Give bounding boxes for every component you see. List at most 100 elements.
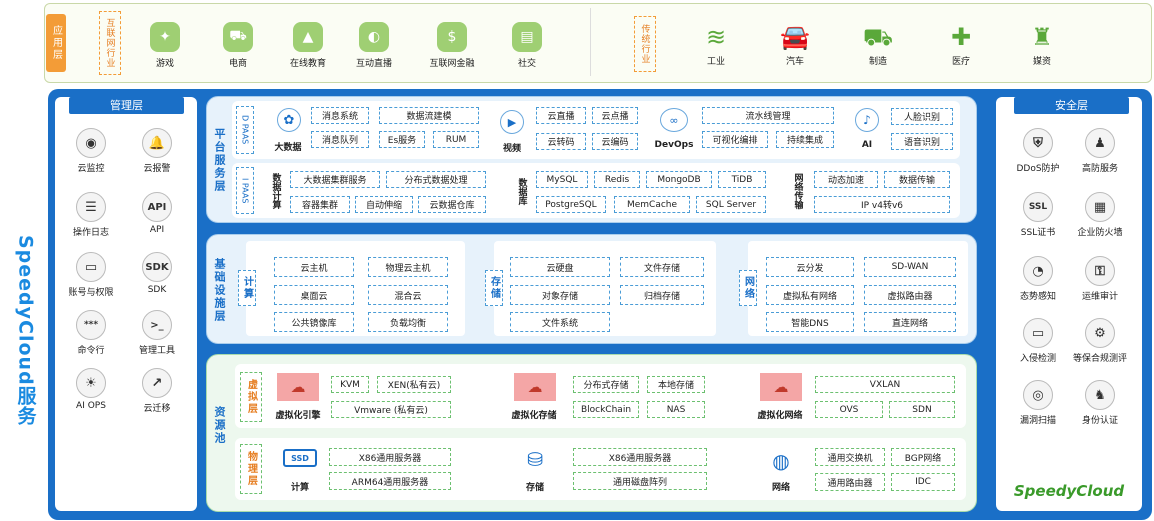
infra-title: 基础设施层	[213, 257, 226, 323]
svc-x86-server-compute[interactable]: X86通用服务器	[329, 448, 451, 466]
mgmt-item-account[interactable]: ▭ 账号与权限	[63, 252, 119, 298]
svc-es[interactable]: Es服务	[379, 131, 425, 148]
svc-cloud-disk[interactable]: 云硬盘	[510, 257, 610, 277]
svc-voice-recognition[interactable]: 语音识别	[891, 133, 953, 150]
sec-item-ddos[interactable]: ⛨ DDoS防护	[1010, 128, 1066, 174]
svc-local-storage[interactable]: 本地存储	[647, 376, 705, 393]
svc-file-system[interactable]: 文件系统	[510, 312, 610, 332]
svc-cloud-warehouse[interactable]: 云数据仓库	[418, 196, 486, 213]
svc-blockchain[interactable]: BlockChain	[573, 401, 639, 418]
app-item-education[interactable]: ▲ 在线教育	[273, 22, 343, 69]
svc-cloud-transcode[interactable]: 云转码	[536, 133, 586, 150]
sdk-icon: SDK	[142, 252, 172, 282]
svc-router[interactable]: 通用路由器	[815, 473, 885, 491]
svc-virtual-router[interactable]: 虚拟路由器	[864, 285, 956, 305]
mgmt-item-alarm[interactable]: 🔔 云报警	[129, 128, 185, 174]
svc-arm64-server[interactable]: ARM64通用服务器	[329, 472, 451, 490]
svc-direct-connect[interactable]: 直连网络	[864, 312, 956, 332]
svc-distributed-processing[interactable]: 分布式数据处理	[386, 171, 486, 188]
mgmt-item-tools[interactable]: >_ 管理工具	[129, 310, 185, 356]
svc-data-stream-modeling[interactable]: 数据流建模	[379, 107, 479, 124]
svc-idc[interactable]: IDC	[891, 473, 955, 491]
svc-object-storage[interactable]: 对象存储	[510, 285, 610, 305]
svc-vxlan[interactable]: VXLAN	[815, 376, 955, 393]
sec-item-identity[interactable]: ♞ 身份认证	[1072, 380, 1128, 426]
db-postgresql[interactable]: PostgreSQL	[536, 196, 606, 213]
svc-vmware[interactable]: Vmware (私有云)	[331, 401, 451, 418]
svc-cloud-encode[interactable]: 云编码	[592, 133, 638, 150]
db-sqlserver[interactable]: SQL Server	[696, 196, 766, 213]
sec-item-intrusion[interactable]: ▭ 入侵检测	[1010, 318, 1066, 364]
svc-xen[interactable]: XEN(私有云)	[377, 376, 451, 393]
svc-visual-orchestration[interactable]: 可视化编排	[702, 131, 768, 148]
svc-face-recognition[interactable]: 人脸识别	[891, 108, 953, 125]
sec-item-ssl[interactable]: SSL SSL证书	[1010, 192, 1066, 238]
db-mysql[interactable]: MySQL	[536, 171, 588, 188]
sec-item-situation[interactable]: ◔ 态势感知	[1010, 256, 1066, 302]
sec-item-firewall[interactable]: ▦ 企业防火墙	[1072, 192, 1128, 238]
mgmt-item-aiops[interactable]: ☀ AI OPS	[63, 368, 119, 411]
svc-ipv4-to-ipv6[interactable]: IP v4转v6	[814, 196, 950, 213]
svc-message-queue[interactable]: 消息队列	[311, 131, 369, 148]
svc-rum[interactable]: RUM	[433, 131, 479, 148]
svc-desktop-cloud[interactable]: 桌面云	[274, 285, 354, 305]
db-redis[interactable]: Redis	[594, 171, 640, 188]
svc-public-image[interactable]: 公共镜像库	[274, 312, 354, 332]
mgmt-item-sdk[interactable]: SDK SDK	[129, 252, 185, 295]
svc-sdn[interactable]: SDN	[889, 401, 955, 418]
svc-kvm[interactable]: KVM	[331, 376, 369, 393]
svc-disk-array[interactable]: 通用磁盘阵列	[573, 472, 707, 490]
sec-item-high-defense[interactable]: ♟ 高防服务	[1072, 128, 1128, 174]
svc-cloud-live[interactable]: 云直播	[536, 107, 586, 124]
svc-cdn[interactable]: 云分发	[766, 257, 854, 277]
mgmt-item-monitor[interactable]: ◉ 云监控	[63, 128, 119, 174]
svc-distributed-storage[interactable]: 分布式存储	[573, 376, 639, 393]
mgmt-item-log[interactable]: ☰ 操作日志	[63, 192, 119, 238]
svc-bigdata-cluster[interactable]: 大数据集群服务	[290, 171, 380, 188]
ai-label: AI	[861, 140, 873, 150]
app-item-social[interactable]: ▤ 社交	[492, 22, 562, 69]
sec-item-vuln-scan[interactable]: ◎ 漏洞扫描	[1010, 380, 1066, 426]
svc-autoscaling[interactable]: 自动伸缩	[355, 196, 413, 213]
app-item-ecommerce[interactable]: ⛟ 电商	[203, 22, 273, 69]
svc-x86-server-storage[interactable]: X86通用服务器	[573, 448, 707, 466]
svc-pipeline[interactable]: 流水线管理	[702, 107, 834, 124]
svc-switch[interactable]: 通用交换机	[815, 448, 885, 466]
svc-bgp-network[interactable]: BGP网络	[891, 448, 955, 466]
svc-cloud-vod[interactable]: 云点播	[592, 107, 638, 124]
ipaas-label: I PAAS	[236, 167, 254, 214]
app-item-finance[interactable]: $ 互联网金融	[417, 22, 487, 69]
sec-item-audit[interactable]: ⚿ 运维审计	[1072, 256, 1128, 302]
trad-item-manufacturing[interactable]: ⛟ 制造	[848, 22, 908, 67]
svc-nas[interactable]: NAS	[647, 401, 705, 418]
svc-cloud-host[interactable]: 云主机	[274, 257, 354, 277]
app-item-game[interactable]: ✦ 游戏	[130, 22, 200, 69]
trad-item-industry[interactable]: ≋ 工业	[686, 22, 746, 67]
sec-item-compliance[interactable]: ⚙ 等保合规测评	[1072, 318, 1128, 364]
trad-item-media[interactable]: ♜ 媒资	[1012, 22, 1072, 67]
svc-vpc[interactable]: 虚拟私有网络	[766, 285, 854, 305]
svc-ovs[interactable]: OVS	[815, 401, 883, 418]
trad-item-medical[interactable]: ✚ 医疗	[931, 22, 991, 67]
db-memcache[interactable]: MemCache	[614, 196, 690, 213]
svc-physical-host[interactable]: 物理云主机	[368, 257, 448, 277]
defense-icon: ♟	[1085, 128, 1115, 158]
svc-container-cluster[interactable]: 容器集群	[290, 196, 350, 213]
svc-smart-dns[interactable]: 智能DNS	[766, 312, 854, 332]
mgmt-item-migration[interactable]: ↗ 云迁移	[129, 368, 185, 414]
mgmt-item-cli[interactable]: *** 命令行	[63, 310, 119, 356]
svc-sd-wan[interactable]: SD-WAN	[864, 257, 956, 277]
trad-item-auto[interactable]: 🚘 汽车	[765, 22, 825, 67]
svc-hybrid-cloud[interactable]: 混合云	[368, 285, 448, 305]
app-item-live[interactable]: ◐ 互动直播	[339, 22, 409, 69]
svc-archive-storage[interactable]: 归档存储	[620, 285, 704, 305]
svc-file-storage[interactable]: 文件存储	[620, 257, 704, 277]
svc-ci[interactable]: 持续集成	[776, 131, 834, 148]
svc-load-balancer[interactable]: 负载均衡	[368, 312, 448, 332]
mgmt-item-api[interactable]: API API	[129, 192, 185, 235]
db-mongodb[interactable]: MongoDB	[646, 171, 712, 188]
svc-data-transfer[interactable]: 数据传输	[884, 171, 950, 188]
db-tidb[interactable]: TiDB	[718, 171, 766, 188]
svc-message-system[interactable]: 消息系统	[311, 107, 369, 124]
svc-dynamic-acceleration[interactable]: 动态加速	[814, 171, 878, 188]
